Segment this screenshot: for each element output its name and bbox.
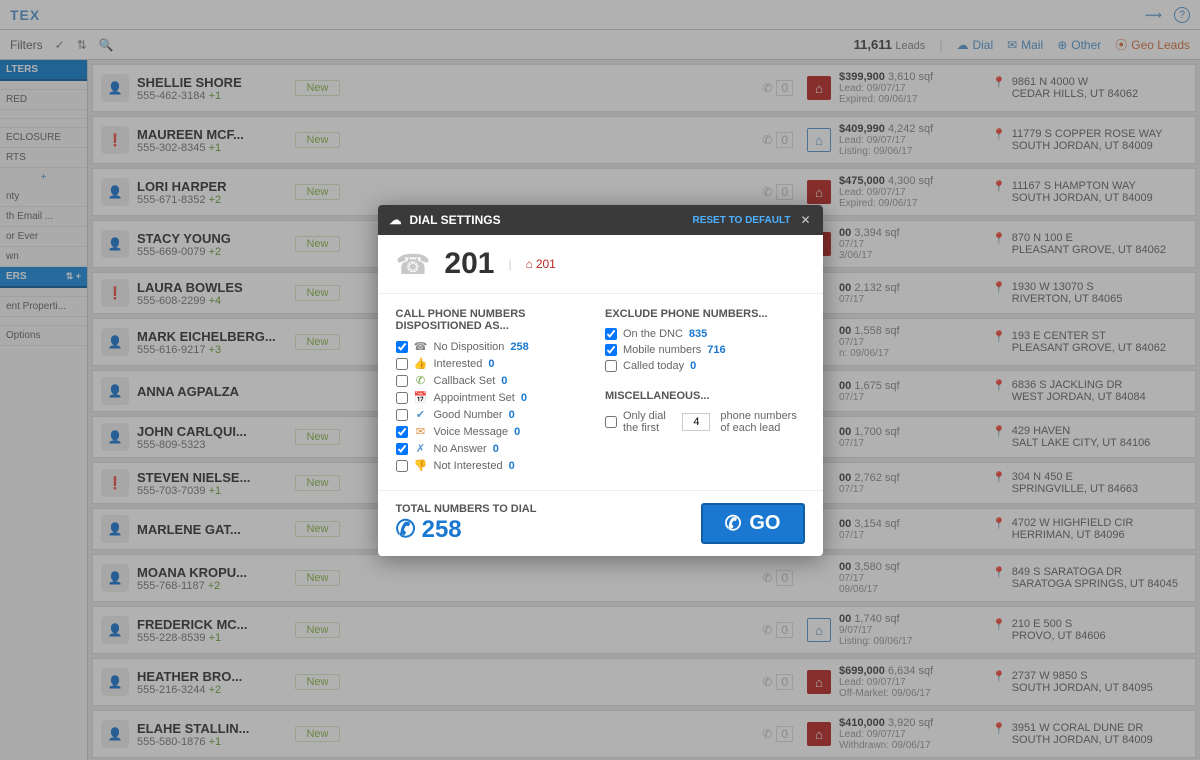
option-icon: ✉ <box>414 425 428 438</box>
misc-post: phone numbers of each lead <box>720 410 804 434</box>
option-label: Not Interested <box>434 460 503 472</box>
excluded-count: ⌂201 <box>526 257 556 271</box>
misc-header: MISCELLANEOUS... <box>605 390 805 402</box>
disposition-option[interactable]: ✆ Callback Set 0 <box>396 374 596 387</box>
misc-row: Only dial the first phone numbers of eac… <box>605 410 805 434</box>
dial-settings-modal: ☁ DIAL SETTINGS RESET TO DEFAULT ✕ ☎ 201… <box>378 205 823 556</box>
option-checkbox[interactable] <box>396 375 408 387</box>
option-label: On the DNC <box>623 328 683 340</box>
option-label: No Answer <box>434 443 487 455</box>
option-count: 0 <box>501 375 507 387</box>
phone-circle-icon: ✆ <box>396 515 416 544</box>
option-icon: 👍 <box>414 357 428 370</box>
option-checkbox[interactable] <box>396 409 408 421</box>
disposition-option[interactable]: 👎 Not Interested 0 <box>396 459 596 472</box>
go-button[interactable]: ✆GO <box>701 503 805 544</box>
option-icon: ✗ <box>414 442 428 455</box>
option-checkbox[interactable] <box>605 328 617 340</box>
misc-count-input[interactable] <box>682 413 710 431</box>
right-header: EXCLUDE PHONE NUMBERS... <box>605 308 805 320</box>
option-icon: ☎ <box>414 340 428 353</box>
misc-pre: Only dial the first <box>623 410 672 434</box>
option-label: Mobile numbers <box>623 344 701 356</box>
reset-link[interactable]: RESET TO DEFAULT <box>692 215 790 226</box>
option-checkbox[interactable] <box>396 443 408 455</box>
go-icon: ✆ <box>725 511 742 536</box>
disposition-option[interactable]: 📅 Appointment Set 0 <box>396 391 596 404</box>
option-count: 0 <box>493 443 499 455</box>
option-label: Appointment Set <box>434 392 515 404</box>
exclude-option[interactable]: Mobile numbers 716 <box>605 344 805 356</box>
option-count: 258 <box>510 341 528 353</box>
option-label: No Disposition <box>434 341 505 353</box>
modal-footer: TOTAL NUMBERS TO DIAL ✆258 ✆GO <box>378 490 823 556</box>
option-icon: ✆ <box>414 374 428 387</box>
option-count: 0 <box>488 358 494 370</box>
option-icon: ✔ <box>414 408 428 421</box>
disposition-option[interactable]: ✔ Good Number 0 <box>396 408 596 421</box>
option-checkbox[interactable] <box>605 344 617 356</box>
option-label: Good Number <box>434 409 503 421</box>
exclude-option[interactable]: On the DNC 835 <box>605 328 805 340</box>
dial-count: 201 <box>444 247 494 281</box>
option-count: 835 <box>689 328 707 340</box>
phone-icon: ☎ <box>396 248 431 281</box>
option-checkbox[interactable] <box>396 460 408 472</box>
right-column: EXCLUDE PHONE NUMBERS... On the DNC 835 M… <box>605 308 805 476</box>
option-count: 0 <box>514 426 520 438</box>
option-checkbox[interactable] <box>396 392 408 404</box>
modal-overlay: ☁ DIAL SETTINGS RESET TO DEFAULT ✕ ☎ 201… <box>0 0 1200 760</box>
disposition-option[interactable]: ✉ Voice Message 0 <box>396 425 596 438</box>
option-label: Interested <box>434 358 483 370</box>
option-icon: 📅 <box>414 391 428 404</box>
modal-summary: ☎ 201 | ⌂201 <box>378 235 823 294</box>
total-number: ✆258 <box>396 515 537 544</box>
option-count: 0 <box>509 409 515 421</box>
option-count: 716 <box>707 344 725 356</box>
option-checkbox[interactable] <box>396 426 408 438</box>
option-label: Called today <box>623 360 684 372</box>
exclude-option[interactable]: Called today 0 <box>605 360 805 372</box>
option-checkbox[interactable] <box>396 341 408 353</box>
left-header: CALL PHONE NUMBERS DISPOSITIONED AS... <box>396 308 596 332</box>
option-count: 0 <box>690 360 696 372</box>
disposition-option[interactable]: ☎ No Disposition 258 <box>396 340 596 353</box>
close-icon[interactable]: ✕ <box>800 213 810 227</box>
modal-body: CALL PHONE NUMBERS DISPOSITIONED AS... ☎… <box>378 294 823 490</box>
modal-header: ☁ DIAL SETTINGS RESET TO DEFAULT ✕ <box>378 205 823 235</box>
disposition-option[interactable]: 👍 Interested 0 <box>396 357 596 370</box>
cloud-phone-icon: ☁ <box>390 213 402 227</box>
option-label: Callback Set <box>434 375 496 387</box>
option-count: 0 <box>521 392 527 404</box>
option-count: 0 <box>509 460 515 472</box>
misc-checkbox[interactable] <box>605 416 617 428</box>
left-column: CALL PHONE NUMBERS DISPOSITIONED AS... ☎… <box>396 308 596 476</box>
option-label: Voice Message <box>434 426 509 438</box>
option-icon: 👎 <box>414 459 428 472</box>
modal-title: DIAL SETTINGS <box>410 213 501 227</box>
option-checkbox[interactable] <box>396 358 408 370</box>
house-icon: ⌂ <box>526 257 533 271</box>
total-label: TOTAL NUMBERS TO DIAL <box>396 503 537 515</box>
disposition-option[interactable]: ✗ No Answer 0 <box>396 442 596 455</box>
option-checkbox[interactable] <box>605 360 617 372</box>
